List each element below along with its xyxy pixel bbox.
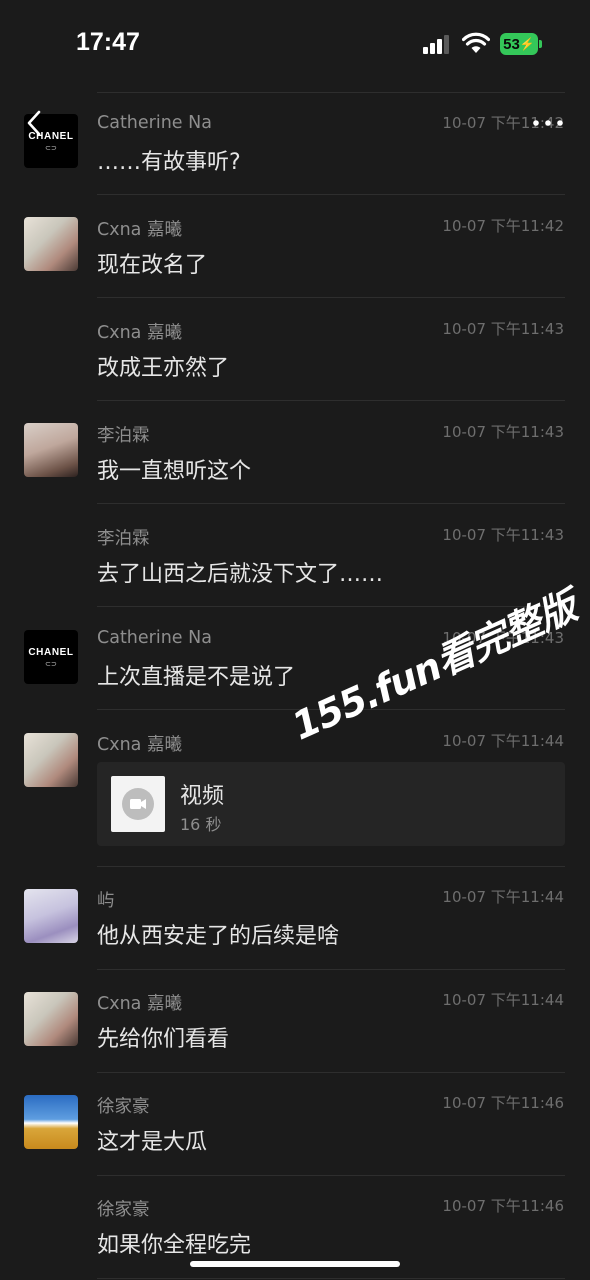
sender-name: 徐家豪 [97, 1097, 150, 1117]
message-time: 10-07 下午11:43 [442, 320, 564, 338]
logo-mark: ⊂⊃ [45, 143, 57, 152]
more-icon[interactable] [532, 118, 564, 128]
sender-name: 李泊霖 [97, 426, 150, 446]
divider [97, 1175, 565, 1176]
message-text[interactable]: 如果你全程吃完 [97, 1227, 251, 1259]
status-time: 17:47 [76, 28, 140, 56]
message-text[interactable]: 现在改名了 [97, 247, 207, 279]
avatar-logo: CHANEL [28, 646, 74, 658]
message-time: 10-07 下午11:43 [442, 423, 564, 441]
message-text[interactable]: 我一直想听这个 [97, 453, 251, 485]
sender-name: Catherine Na [97, 113, 212, 133]
message-time: 10-07 下午11:46 [442, 1197, 564, 1215]
sender-name: 李泊霖 [97, 529, 150, 549]
wifi-icon [462, 32, 490, 53]
message-time: 10-07 下午11:44 [442, 888, 564, 906]
sender-name: Cxna 嘉曦 [97, 735, 182, 755]
video-message-card[interactable]: 视频 16 秒 [97, 762, 565, 846]
sender-name: 屿 [97, 891, 115, 911]
video-title: 视频 [180, 784, 225, 809]
divider [97, 1278, 565, 1279]
message-text[interactable]: 去了山西之后就没下文了…… [97, 556, 383, 588]
message-text[interactable]: 上次直播是不是说了 [97, 659, 295, 691]
avatar[interactable] [24, 889, 78, 943]
message-time: 10-07 下午11:42 [442, 217, 564, 235]
message-text[interactable]: 改成王亦然了 [97, 350, 229, 382]
divider [97, 400, 565, 401]
avatar[interactable] [24, 992, 78, 1046]
battery-level: 53 [503, 35, 520, 53]
message-time: 10-07 下午11:44 [442, 991, 564, 1009]
message-text[interactable]: 这才是大瓜 [97, 1124, 207, 1156]
watermark-text: 155.fun看完整版 [285, 584, 583, 749]
video-thumbnail[interactable] [111, 776, 165, 832]
video-duration: 16 秒 [180, 815, 222, 834]
divider [97, 969, 565, 970]
video-camera-icon [122, 788, 154, 820]
sender-name: Catherine Na [97, 628, 212, 648]
home-indicator[interactable] [190, 1261, 400, 1267]
divider [97, 1072, 565, 1073]
avatar[interactable]: CHANEL ⊂⊃ [24, 630, 78, 684]
avatar[interactable] [24, 423, 78, 477]
divider [97, 866, 565, 867]
sender-name: 徐家豪 [97, 1200, 150, 1220]
message-text[interactable]: 他从西安走了的后续是啥 [97, 918, 339, 950]
battery-icon: 53 ⚡ [500, 33, 538, 55]
message-time: 10-07 下午11:43 [442, 526, 564, 544]
divider [97, 194, 565, 195]
signal-icon [423, 34, 453, 54]
message-text[interactable]: 先给你们看看 [97, 1021, 229, 1053]
message-time: 10-07 下午11:44 [442, 732, 564, 750]
message-time: 10-07 下午11:46 [442, 1094, 564, 1112]
avatar[interactable] [24, 217, 78, 271]
divider [97, 297, 565, 298]
logo-mark: ⊂⊃ [45, 659, 57, 668]
back-chevron-icon[interactable] [26, 110, 42, 136]
divider [97, 503, 565, 504]
divider [97, 92, 565, 93]
sender-name: Cxna 嘉曦 [97, 220, 182, 240]
sender-name: Cxna 嘉曦 [97, 994, 182, 1014]
avatar[interactable] [24, 1095, 78, 1149]
avatar[interactable] [24, 733, 78, 787]
sender-name: Cxna 嘉曦 [97, 323, 182, 343]
status-bar: 17:47 53 ⚡ [0, 0, 590, 88]
message-text[interactable]: ……有故事听? [97, 144, 241, 176]
battery-tip [539, 40, 542, 48]
